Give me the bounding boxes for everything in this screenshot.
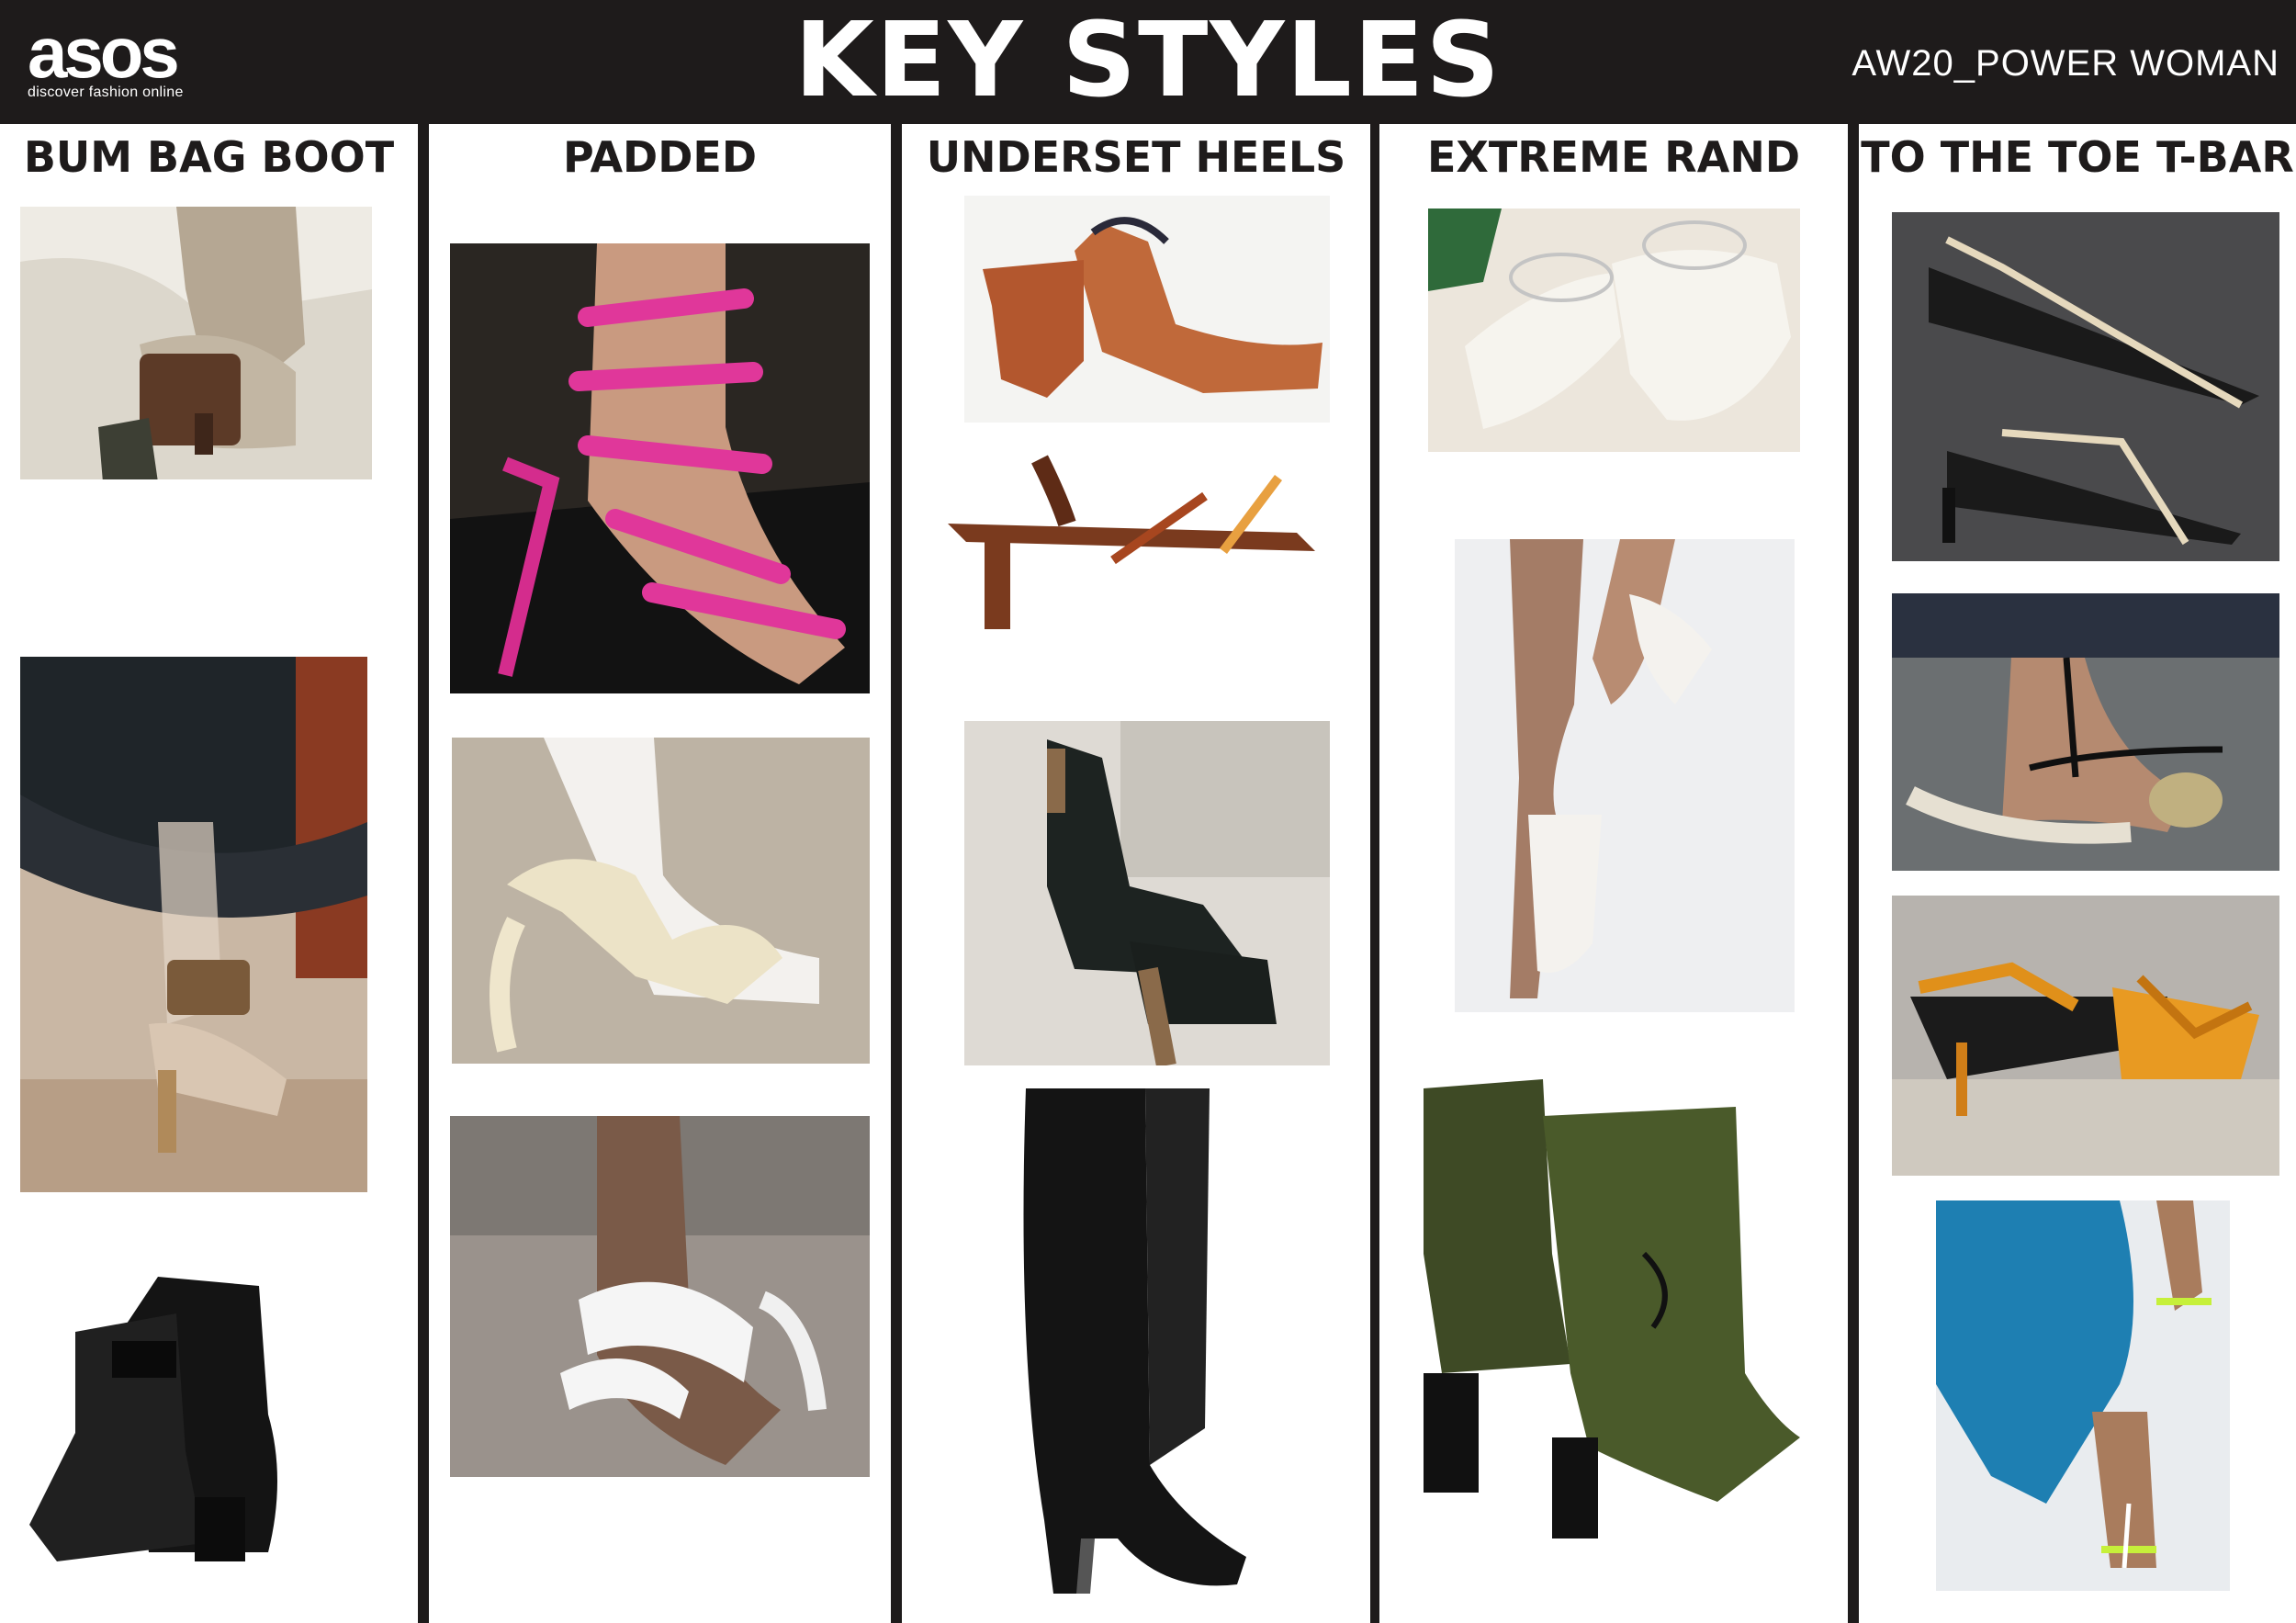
boot-photo[interactable] <box>998 1079 1272 1605</box>
shoe-photo[interactable] <box>1455 539 1795 1012</box>
mule-photo[interactable] <box>964 721 1330 1065</box>
shoe-photo[interactable] <box>964 196 1330 427</box>
shoe-photo[interactable] <box>1428 209 1800 452</box>
boot-photo[interactable] <box>1405 1070 1802 1555</box>
header-bar: asos discover fashion online KEY STYLES … <box>0 0 2296 120</box>
column-padded: PADDED <box>429 124 891 1623</box>
sandal-photo[interactable] <box>450 243 870 693</box>
sandal-photo[interactable] <box>452 738 870 1064</box>
column-to-the-toe-t-bar: TO THE TOE T-BAR <box>1859 124 2296 1623</box>
column-title: BUM BAG BOOT <box>23 132 395 182</box>
sandal-photo[interactable] <box>1892 593 2279 871</box>
sandal-photo[interactable] <box>1936 1200 2230 1591</box>
sandal-photo[interactable] <box>929 423 1361 638</box>
boot-photo[interactable] <box>20 207 372 479</box>
mule-photo[interactable] <box>1892 896 2279 1176</box>
column-title: TO THE TOE T-BAR <box>1861 132 2294 182</box>
column-bum-bag-boot: BUM BAG BOOT <box>0 124 418 1623</box>
shoe-photo[interactable] <box>20 657 367 1192</box>
column-title: UNDERSET HEELS <box>926 132 1346 182</box>
season-label: AW20_POWER WOMAN <box>1851 43 2279 84</box>
column-extreme-rand: EXTREME RAND <box>1379 124 1848 1623</box>
column-underset-heels: UNDERSET HEELS <box>902 124 1370 1623</box>
column-title: PADDED <box>562 132 758 182</box>
boot-photo[interactable] <box>20 1249 406 1587</box>
column-title: EXTREME RAND <box>1426 132 1801 182</box>
mule-photo[interactable] <box>450 1116 870 1477</box>
sandal-photo[interactable] <box>1892 212 2279 561</box>
